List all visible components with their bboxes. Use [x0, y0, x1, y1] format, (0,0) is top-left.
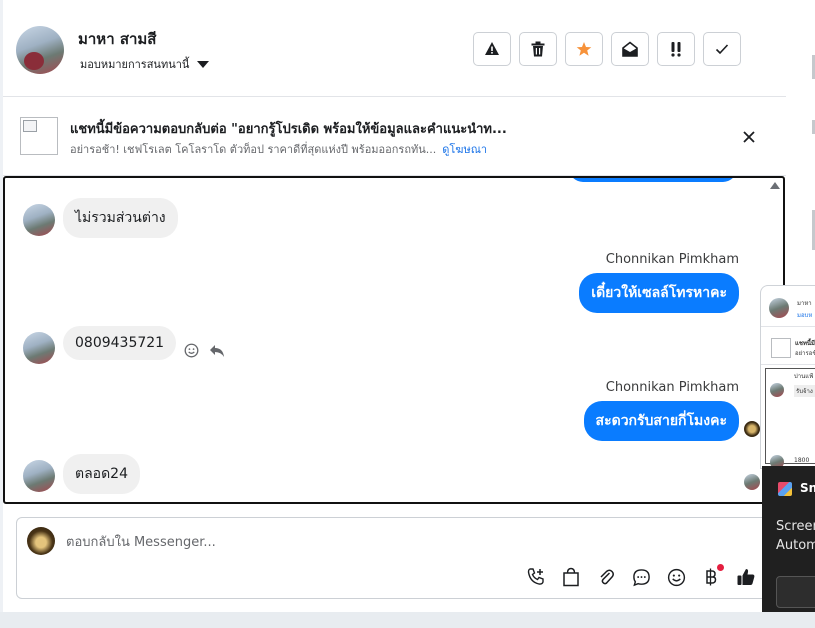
check-icon: [715, 44, 729, 55]
message-tools: [184, 343, 225, 358]
snip-notification[interactable]: Sni Screen Autom: [762, 466, 815, 621]
conversation-header: มาหา สามสี มอบหมายการสนทนานี้: [3, 0, 786, 97]
previous-message-bubble: [569, 178, 737, 182]
reply-composer: [16, 517, 786, 599]
star-icon: [576, 42, 592, 56]
snip-body-line: Autom: [776, 538, 815, 553]
floating-chat-preview[interactable]: มาหา มอบห แชทนี้มี อย่ารอช้า บ่านแฟ้ รับ…: [760, 285, 815, 469]
snip-action-button[interactable]: [776, 576, 815, 608]
delete-button[interactable]: [519, 32, 557, 66]
attach-button[interactable]: [595, 566, 617, 588]
composer-tools: [525, 564, 757, 588]
preview-ad-thumb: [771, 338, 791, 358]
thumbs-up-icon: [737, 569, 755, 585]
contact-avatar[interactable]: [16, 26, 64, 74]
sender-avatar: [23, 332, 55, 364]
react-emoji-icon[interactable]: [184, 343, 199, 358]
preview-message: รับจ้าง: [794, 385, 815, 397]
message-bubble-incoming[interactable]: ไม่รวมส่วนต่าง: [63, 198, 178, 238]
message-thread[interactable]: ไม่รวมส่วนต่าง Chonnikan Pimkham เดี๋ยวใ…: [3, 176, 785, 504]
preview-label: มอบห: [797, 312, 813, 319]
done-button[interactable]: [703, 32, 741, 66]
notification-dot: [717, 564, 724, 571]
preview-message: บ่านแฟ้: [794, 373, 814, 380]
reply-input[interactable]: [64, 530, 568, 554]
shop-button[interactable]: [560, 566, 582, 588]
contact-name[interactable]: มาหา สามสี: [78, 27, 156, 51]
preview-ad-title: แชทนี้มี: [795, 340, 815, 347]
sender-avatar: [23, 204, 55, 236]
star-button[interactable]: [565, 32, 603, 66]
mark-unread-button[interactable]: [611, 32, 649, 66]
message-bubble-incoming[interactable]: ตลอด24: [63, 454, 140, 494]
ad-subtitle: อย่ารอช้า! เชฟโรเลต โคโลราโด ตัวท็อป ราค…: [70, 140, 487, 158]
warning-icon: [485, 42, 499, 55]
assign-label: มอบหมายการสนทนานี้: [80, 58, 190, 71]
sender-name: Chonnikan Pimkham: [605, 380, 739, 395]
exclamation-icon: [671, 42, 681, 57]
close-icon[interactable]: [739, 127, 759, 147]
important-button[interactable]: [657, 32, 695, 66]
view-ad-link[interactable]: ดูโฆษณา: [442, 143, 487, 156]
chevron-down-icon: [197, 60, 210, 68]
sender-avatar: [23, 460, 55, 492]
shopping-bag-icon: [563, 567, 579, 587]
trash-icon: [531, 41, 545, 57]
conversation-panel: มาหา สามสี มอบหมายการสนทนานี้ แชทนี้มีข้…: [3, 0, 787, 612]
payment-button[interactable]: [700, 564, 724, 588]
preview-ad-sub: อย่ารอช้า: [795, 350, 815, 357]
bottom-background: [0, 612, 815, 628]
preview-name: มาหา: [797, 300, 812, 307]
snip-title: Sni: [800, 481, 815, 495]
ad-title: แชทนี้มีข้อความตอบกลับต่อ "อยากรู้โปรเดิ…: [70, 122, 507, 137]
seen-indicator-avatar: [744, 421, 760, 437]
snip-body-line: Screen: [776, 519, 815, 534]
preview-message: 1800: [794, 457, 810, 464]
message-bubble-outgoing[interactable]: สะดวกรับสายกี่โมงคะ: [583, 401, 739, 441]
right-side-panel: [786, 0, 815, 285]
chat-bubble-icon: [632, 568, 650, 586]
like-button[interactable]: [735, 566, 757, 588]
assign-dropdown[interactable]: มอบหมายการสนทนานี้: [80, 55, 210, 73]
divider: [761, 364, 815, 365]
ad-context-banner: แชทนี้มีข้อความตอบกลับต่อ "อยากรู้โปรเดิ…: [3, 97, 786, 176]
ad-thumbnail[interactable]: [20, 117, 58, 155]
divider: [761, 326, 815, 327]
envelope-open-icon: [622, 41, 638, 57]
reply-arrow-icon[interactable]: [209, 344, 225, 358]
message-bubble-outgoing[interactable]: เดี๋ยวให้เซลล์โทรหาคะ: [579, 273, 739, 313]
emoji-button[interactable]: [665, 566, 687, 588]
baht-icon: [706, 568, 717, 586]
emoji-icon: [667, 568, 685, 586]
preview-thread: บ่านแฟ้ รับจ้าง 1800: [765, 368, 815, 468]
message-bubble-incoming[interactable]: 0809435721: [63, 326, 177, 360]
ad-subtitle-text: อย่ารอช้า! เชฟโรเลต โคโลราโด ตัวท็อป ราค…: [70, 143, 437, 156]
sender-name: Chonnikan Pimkham: [605, 252, 739, 267]
seen-indicator-avatar: [744, 474, 760, 490]
phone-plus-icon: [527, 568, 544, 585]
preview-avatar: [769, 298, 789, 318]
preview-avatar: [770, 383, 784, 397]
snip-body: Screen Autom: [776, 517, 815, 555]
report-button[interactable]: [473, 32, 511, 66]
header-actions: [473, 32, 741, 66]
snipping-tool-icon: [778, 482, 792, 496]
page-avatar: [27, 527, 55, 555]
paperclip-icon: [600, 569, 614, 585]
call-button[interactable]: [525, 566, 547, 588]
scroll-up-arrow-icon[interactable]: [770, 182, 780, 189]
saved-replies-button[interactable]: [630, 566, 652, 588]
